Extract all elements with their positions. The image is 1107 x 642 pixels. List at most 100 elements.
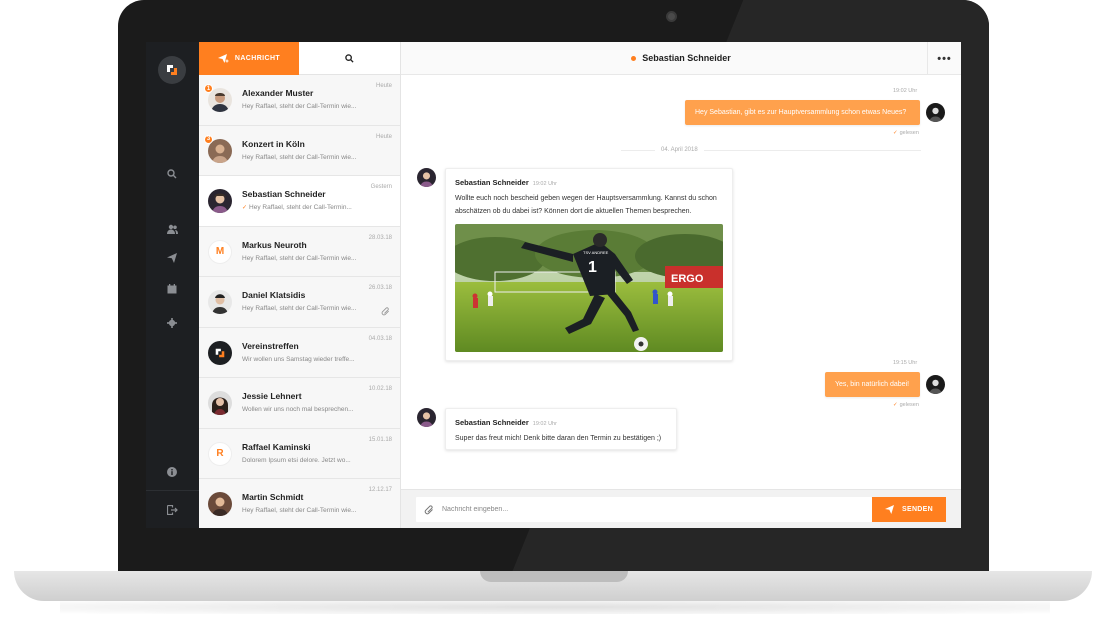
chat-date: 15.01.18	[368, 436, 392, 443]
chat-name: Sebastian Schneider	[242, 189, 326, 199]
read-check-icon: ✓	[893, 402, 898, 408]
laptop-mockup: NACHRICHT 1 Alexander Muster Hey Raffael…	[0, 0, 1107, 642]
search-icon[interactable]	[164, 166, 180, 182]
message-text: Super das freut mich! Denk bitte daran d…	[455, 435, 662, 442]
logout-icon[interactable]	[164, 502, 180, 518]
logo-icon[interactable]	[158, 56, 186, 84]
incoming-message-card: Sebastian Schneider 19:02 Uhr Wollte euch…	[445, 168, 733, 361]
chat-preview: ✓ Hey Raffael, steht der Call-Termin...	[242, 204, 362, 211]
message-sender: Sebastian Schneider 19:02 Uhr	[455, 418, 557, 427]
read-check-icon: ✓	[242, 205, 248, 211]
chat-date: 26.03.18	[368, 285, 392, 291]
read-receipt: ✓ gelesen	[893, 130, 919, 136]
new-message-button[interactable]: NACHRICHT	[199, 42, 299, 75]
message-text: Wollte euch noch bescheid geben wegen de…	[455, 193, 717, 218]
attachment-icon	[381, 303, 390, 321]
chat-date: Gestern	[370, 184, 392, 190]
chat-item-vereinstreffen[interactable]: Vereinstreffen Wir wollen uns Samstag wi…	[199, 327, 400, 378]
app-screen: NACHRICHT 1 Alexander Muster Hey Raffael…	[146, 42, 961, 528]
chat-name: Alexander Muster	[242, 88, 314, 98]
chat-preview: Hey Raffael, steht der Call-Termin wie..…	[242, 305, 357, 312]
message-time: 19:15 Uhr	[893, 360, 918, 366]
contact-avatar	[417, 408, 436, 427]
chat-name: Jessie Lehnert	[242, 391, 302, 401]
read-label: gelesen	[899, 130, 919, 136]
contacts-icon[interactable]	[164, 221, 180, 237]
chat-item-konzert-in-koeln[interactable]: 3 Konzert in Köln Hey Raffael, steht der…	[199, 125, 400, 176]
nav-divider	[146, 490, 199, 491]
chat-preview: Hey Raffael, steht der Call-Termin wie..…	[242, 254, 357, 262]
chat-item-martin-schmidt[interactable]: Martin Schmidt Hey Raffael, steht der Ca…	[199, 479, 400, 528]
read-receipt: ✓ gelesen	[893, 402, 919, 408]
chat-preview: Hey Raffael, steht der Call-Termin wie..…	[242, 153, 357, 161]
sender-name: Sebastian Schneider	[455, 418, 529, 427]
avatar	[208, 391, 232, 415]
message-sender: Sebastian Schneider 19:02 Uhr	[455, 178, 557, 187]
chat-search-button[interactable]	[299, 42, 400, 75]
attachment-icon[interactable]	[416, 504, 442, 515]
conversation-title: Sebastian Schneider	[642, 53, 731, 63]
chat-preview-text: Hey Raffael, steht der Call-Termin...	[249, 204, 352, 211]
read-label: gelesen	[899, 402, 919, 408]
chat-name: Daniel Klatsidis	[242, 290, 306, 300]
conversation-header: Sebastian Schneider •••	[401, 42, 961, 75]
conversation-pane: Sebastian Schneider ••• 19:02 Uhr Hey Se…	[401, 42, 961, 528]
chat-date: 10.02.18	[368, 386, 392, 392]
avatar-initial: M	[208, 239, 232, 264]
attached-photo[interactable]: ERGO 1 TSV ANDREE	[455, 224, 723, 352]
read-check-icon: ✓	[893, 130, 898, 136]
chat-preview: Wir wollen uns Samstag wieder treffe...	[242, 355, 355, 363]
send-plus-icon	[217, 54, 229, 63]
avatar	[208, 290, 232, 314]
laptop-shadow	[60, 600, 1050, 614]
avatar-initial: R	[208, 441, 232, 466]
chat-item-sebastian-schneider[interactable]: Sebastian Schneider ✓ Hey Raffael, steht …	[199, 176, 400, 227]
camera-icon	[666, 11, 677, 22]
chat-item-alexander-muster[interactable]: 1 Alexander Muster Hey Raffael, steht de…	[199, 75, 400, 126]
chat-item-daniel-klatsidis[interactable]: Daniel Klatsidis Hey Raffael, steht der …	[199, 277, 400, 328]
more-options-button[interactable]: •••	[927, 42, 961, 75]
chat-preview: Hey Raffael, steht der Call-Termin wie..…	[242, 103, 357, 110]
sender-name: Sebastian Schneider	[455, 178, 529, 187]
own-avatar	[926, 375, 945, 394]
message-time: 19:02 Uhr	[532, 181, 557, 187]
chat-item-raffael-kaminski[interactable]: R Raffael Kaminski Dolorem Ipsum etsi de…	[199, 428, 400, 479]
chat-date: Heute	[375, 133, 392, 140]
jersey-number: 1	[588, 259, 597, 276]
avatar	[208, 189, 232, 213]
group-logo-icon	[208, 340, 232, 365]
chat-date: 04.03.18	[368, 335, 392, 342]
message-time: 19:02 Uhr	[532, 421, 557, 427]
chat-date: Heute	[375, 83, 392, 89]
chat-name: Raffael Kaminski	[242, 441, 311, 452]
chat-preview: Wollen wir uns noch mal besprechen...	[242, 406, 354, 413]
new-message-label: NACHRICHT	[234, 55, 281, 62]
unread-badge: 3	[204, 134, 213, 144]
message-input[interactable]	[442, 506, 842, 513]
chat-name: Martin Schmidt	[242, 492, 304, 502]
chat-item-jessie-lehnert[interactable]: Jessie Lehnert Wollen wir uns noch mal b…	[199, 378, 400, 429]
contact-avatar	[417, 168, 436, 187]
message-composer: SENDEN	[401, 489, 961, 528]
send-label: SENDEN	[902, 506, 933, 513]
settings-icon[interactable]	[164, 315, 180, 331]
chat-name: Markus Neuroth	[242, 239, 307, 250]
banner-text: ERGO	[671, 273, 704, 285]
own-avatar	[926, 103, 945, 122]
message-line: Wollte euch noch bescheid geben wegen de…	[455, 195, 717, 202]
chat-name: Vereinstreffen	[242, 340, 299, 351]
send-button[interactable]: SENDEN	[872, 497, 946, 522]
message-time: 19:02 Uhr	[893, 88, 918, 94]
jersey-text: TSV ANDREE	[583, 250, 609, 255]
send-icon[interactable]	[164, 250, 180, 266]
chat-item-markus-neuroth[interactable]: M Markus Neuroth Hey Raffael, steht der …	[199, 226, 400, 277]
online-status-dot	[631, 55, 637, 61]
avatar	[208, 492, 232, 516]
message-input-box[interactable]	[416, 497, 872, 522]
chat-date: 12.12.17	[368, 487, 392, 493]
outgoing-message: Yes, bin natürlich dabei!	[825, 372, 920, 397]
chat-preview: Hey Raffael, steht der Call-Termin wie..…	[242, 507, 357, 514]
info-icon[interactable]	[164, 464, 180, 480]
chat-list: NACHRICHT 1 Alexander Muster Hey Raffael…	[199, 42, 401, 528]
calendar-icon[interactable]	[164, 281, 180, 297]
